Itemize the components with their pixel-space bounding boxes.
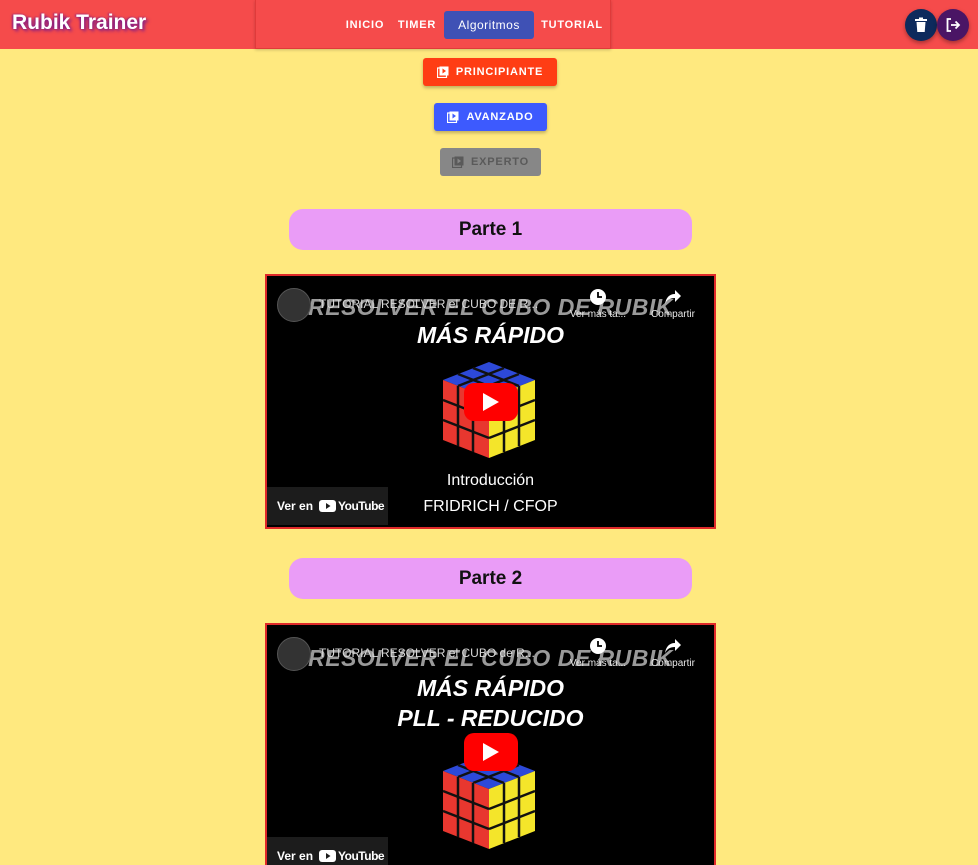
section-heading-part-2: Parte 2 xyxy=(289,558,692,599)
watch-later-label: Ver más ta... xyxy=(569,658,627,669)
clock-icon xyxy=(590,638,606,654)
thumbnail-title-line-2: MÁS RÁPIDO xyxy=(417,322,564,348)
advanced-label: AVANZADO xyxy=(466,111,534,123)
trash-icon xyxy=(915,17,927,32)
nav-algoritmos[interactable]: Algoritmos xyxy=(444,11,534,39)
share-label: Compartir xyxy=(651,309,695,320)
nav-tutorial[interactable]: TUTORIAL xyxy=(540,11,604,39)
share-icon xyxy=(665,639,681,653)
watch-on-youtube-button[interactable]: Ver en YouTube xyxy=(267,487,388,525)
watch-on-label: Ver en xyxy=(277,499,314,513)
thumbnail-title-line-3: PLL - REDUCIDO xyxy=(397,705,584,731)
video-embed-part-2[interactable]: RESOLVER EL CUBO DE RUBIK TUTORIAL RESOL… xyxy=(265,623,716,865)
play-button[interactable] xyxy=(464,383,518,421)
delete-button[interactable] xyxy=(905,9,937,41)
video-title[interactable]: TUTORIAL RESOLVER el CUBO de R... xyxy=(319,646,535,660)
youtube-logo-icon xyxy=(319,850,337,862)
channel-avatar[interactable] xyxy=(277,288,311,322)
beginner-button[interactable]: PRINCIPIANTE xyxy=(423,58,557,86)
youtube-logo-icon xyxy=(319,500,337,512)
video-library-icon xyxy=(436,66,449,78)
main-nav: INICIO TIMER Algoritmos TUTORIAL xyxy=(255,0,611,49)
nav-timer[interactable]: TIMER xyxy=(396,11,438,39)
watch-later-label: Ver más ta... xyxy=(569,309,627,320)
clock-icon xyxy=(590,289,606,305)
expert-button[interactable]: EXPERTO xyxy=(440,148,541,176)
share-icon xyxy=(665,290,681,304)
watch-on-label: Ver en xyxy=(277,849,314,863)
play-icon xyxy=(483,393,499,411)
logout-button[interactable] xyxy=(937,9,969,41)
beginner-label: PRINCIPIANTE xyxy=(455,66,544,78)
watch-later-button[interactable]: Ver más ta... xyxy=(567,288,629,320)
share-button[interactable]: Compartir xyxy=(645,288,701,320)
youtube-wordmark: YouTube xyxy=(338,499,385,513)
watch-on-youtube-button[interactable]: Ver en YouTube xyxy=(267,837,388,865)
play-icon xyxy=(483,743,499,761)
share-button[interactable]: Compartir xyxy=(645,637,701,669)
video-library-icon xyxy=(447,111,459,123)
play-button[interactable] xyxy=(464,733,518,771)
thumbnail-title-line-2: MÁS RÁPIDO xyxy=(417,675,564,701)
youtube-wordmark: YouTube xyxy=(338,849,385,863)
top-app-bar: Rubik Trainer INICIO TIMER Algoritmos TU… xyxy=(0,0,978,49)
video-embed-part-1[interactable]: RESOLVER EL CUBO DE RUBIK TUTORIAL RESOL… xyxy=(265,274,716,529)
app-brand[interactable]: Rubik Trainer xyxy=(12,11,146,35)
expert-label: EXPERTO xyxy=(471,156,529,168)
advanced-button[interactable]: AVANZADO xyxy=(434,103,547,131)
video-library-icon xyxy=(452,156,464,168)
nav-inicio[interactable]: INICIO xyxy=(342,11,388,39)
video-title[interactable]: TUTORIAL RESOLVER el CUBO DE R... xyxy=(319,297,538,311)
watch-later-button[interactable]: Ver más ta... xyxy=(567,637,629,669)
channel-avatar[interactable] xyxy=(277,637,311,671)
share-label: Compartir xyxy=(651,658,695,669)
logout-icon xyxy=(946,18,961,32)
section-heading-part-1: Parte 1 xyxy=(289,209,692,250)
